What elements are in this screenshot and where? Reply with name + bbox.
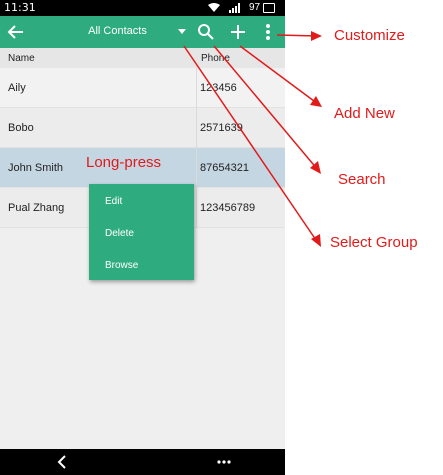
wifi-icon bbox=[208, 3, 220, 12]
menu-item-browse[interactable]: Browse bbox=[105, 260, 138, 271]
add-icon[interactable] bbox=[228, 22, 248, 42]
annotation-add-new: Add New bbox=[334, 105, 395, 122]
nav-back-icon[interactable] bbox=[56, 455, 68, 469]
contact-name: Bobo bbox=[8, 122, 34, 134]
menu-item-edit[interactable]: Edit bbox=[105, 196, 122, 207]
contact-phone: 123456789 bbox=[200, 202, 256, 214]
column-divider bbox=[196, 108, 197, 148]
annotation-long-press: Long-press bbox=[86, 154, 162, 171]
annotation-customize: Customize bbox=[334, 27, 405, 44]
arrowhead-select-group bbox=[311, 234, 321, 247]
contact-phone: 2571639 bbox=[200, 122, 243, 134]
group-selector-title[interactable]: All Contacts bbox=[60, 25, 175, 37]
column-header-phone: Phone bbox=[201, 53, 230, 64]
back-arrow-icon[interactable] bbox=[6, 22, 26, 42]
navigation-bar bbox=[0, 449, 285, 475]
column-divider bbox=[196, 188, 197, 228]
app-bar: All Contacts bbox=[0, 16, 285, 48]
arrowhead-customize bbox=[311, 31, 322, 41]
nav-menu-icon[interactable] bbox=[216, 459, 232, 465]
menu-item-delete[interactable]: Delete bbox=[105, 228, 134, 239]
table-header: Name Phone bbox=[0, 48, 285, 68]
phone-screen: 11:31 97 All Contacts Name Phone Aily 12… bbox=[0, 0, 285, 475]
search-icon[interactable] bbox=[196, 22, 216, 42]
battery-icon bbox=[263, 3, 275, 13]
context-menu: Edit Delete Browse bbox=[89, 184, 194, 280]
contact-name: Pual Zhang bbox=[8, 202, 65, 214]
annotation-select-group: Select Group bbox=[330, 234, 418, 251]
column-header-name: Name bbox=[8, 53, 35, 64]
status-bar: 11:31 97 bbox=[0, 0, 285, 16]
status-time: 11:31 bbox=[4, 1, 36, 14]
contact-name: John Smith bbox=[8, 162, 64, 174]
screenshot: 11:31 97 All Contacts Name Phone Aily 12… bbox=[0, 0, 443, 475]
column-divider bbox=[196, 148, 197, 188]
arrowhead-search bbox=[310, 161, 321, 174]
arrowhead-add-new bbox=[310, 96, 322, 107]
contact-row[interactable]: Aily 123456 bbox=[0, 68, 285, 108]
contact-phone: 123456 bbox=[200, 82, 237, 94]
more-vert-icon[interactable] bbox=[262, 22, 274, 42]
contact-name: Aily bbox=[8, 82, 26, 94]
contact-row[interactable]: Bobo 2571639 bbox=[0, 108, 285, 148]
annotation-search: Search bbox=[338, 171, 386, 188]
battery-level: 97 bbox=[249, 2, 261, 13]
column-divider bbox=[196, 68, 197, 108]
signal-icon bbox=[229, 3, 240, 13]
dropdown-arrow-icon[interactable] bbox=[178, 29, 186, 35]
contact-phone: 87654321 bbox=[200, 162, 249, 174]
